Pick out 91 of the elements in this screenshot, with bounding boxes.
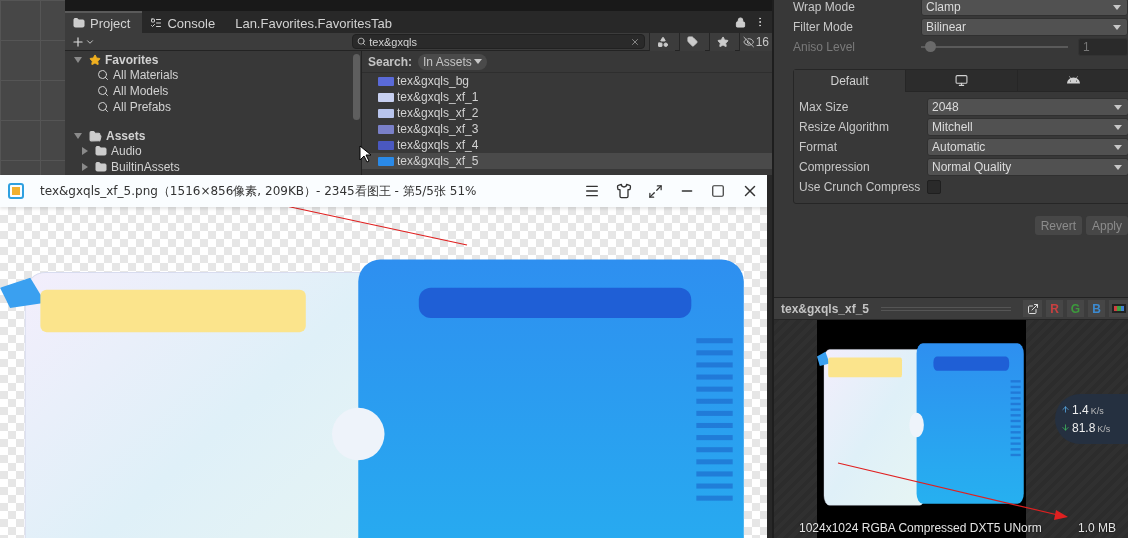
search-input[interactable]: tex&gxqls	[369, 35, 628, 48]
texture-thumbnail-icon	[378, 124, 394, 134]
mouse-cursor-icon	[360, 146, 371, 162]
asset-row[interactable]: tex&gxqls_xf_4	[362, 137, 772, 153]
window-title: tex&gxqls_xf_5.png（1516×856像素, 209KB）- 2345看图王 - 第5/5张 51%	[40, 182, 478, 200]
expand-caret-icon[interactable]	[74, 57, 82, 63]
maximize-icon[interactable]	[711, 184, 725, 198]
asset-row[interactable]: tex&gxqls_bg	[362, 73, 772, 89]
upload-speed: 1.4	[1072, 403, 1089, 417]
dropdown[interactable]: Clamp	[921, 0, 1128, 16]
popout-icon	[1026, 302, 1039, 315]
field-label: Max Size	[799, 100, 850, 114]
menu-icon[interactable]	[584, 183, 600, 199]
texture-thumbnail-icon	[378, 92, 394, 102]
star-icon	[89, 54, 101, 66]
star-icon	[716, 35, 729, 48]
panel-tab[interactable]: Lan.Favorites.FavoritesTab	[227, 11, 404, 33]
field-label: Resize Algorithm	[799, 120, 891, 134]
dropdown-arrow-icon	[1114, 144, 1122, 150]
dropdown-arrow-icon	[473, 59, 482, 64]
fullscreen-icon[interactable]	[648, 183, 663, 199]
tag-icon	[687, 36, 699, 47]
tree-item[interactable]: Assets	[106, 129, 146, 143]
folder-icon	[95, 161, 107, 173]
field-label: Filter Mode	[793, 20, 855, 34]
eye-off-icon	[743, 35, 755, 48]
download-arrow-icon	[1061, 423, 1070, 432]
dropdown[interactable]: 2048	[927, 98, 1128, 116]
field-label: Compression	[799, 160, 871, 174]
scope-dropdown[interactable]: In Assets	[418, 53, 487, 70]
download-speed: 81.8	[1072, 421, 1096, 435]
dropdown[interactable]: Automatic	[927, 138, 1128, 156]
asset-row[interactable]: tex&gxqls_xf_3	[362, 121, 772, 137]
field-label: Wrap Mode	[793, 0, 856, 14]
texture-info: 1024x1024 RGBA Compressed DXT5 UNorm	[799, 521, 1042, 536]
expand-caret-icon[interactable]	[74, 133, 82, 139]
asset-row[interactable]: tex&gxqls_xf_1	[362, 89, 772, 105]
rgb-icon	[1111, 304, 1126, 313]
field-label: Use Crunch Compress	[799, 180, 922, 194]
dropdown[interactable]: Bilinear	[921, 18, 1128, 36]
clear-icon[interactable]	[630, 36, 641, 47]
folder-icon	[95, 145, 107, 157]
dropdown-arrow-icon	[1114, 164, 1122, 170]
platform-tab[interactable]	[905, 70, 1017, 92]
tree-item[interactable]: All Prefabs	[113, 100, 172, 114]
tree-item[interactable]: Favorites	[105, 53, 159, 67]
texture-thumbnail-icon	[378, 156, 394, 166]
search-field[interactable]: tex&gxqls	[352, 34, 646, 49]
texture-thumbnail-icon	[378, 108, 394, 118]
list-icon	[150, 17, 163, 29]
asset-row[interactable]: tex&gxqls_xf_5	[362, 153, 772, 169]
texture-thumbnail-icon	[378, 76, 394, 86]
folder-icon	[89, 129, 102, 143]
search-icon	[97, 85, 109, 97]
panel-tab[interactable]: Project	[65, 11, 143, 33]
lock-icon[interactable]	[735, 16, 746, 28]
dropdown[interactable]: Normal Quality	[927, 158, 1128, 176]
tree-item[interactable]: All Materials	[113, 68, 179, 82]
checkbox[interactable]	[927, 180, 941, 194]
tree-item[interactable]: Audio	[111, 144, 142, 158]
plus-icon	[71, 34, 85, 49]
dropdown-arrow-icon	[1114, 124, 1122, 130]
app-logo-icon	[8, 183, 24, 199]
dropdown[interactable]: Mitchell	[927, 118, 1128, 136]
tree-item[interactable]: BuiltinAssets	[111, 160, 180, 174]
search-icon	[357, 37, 367, 46]
platform-tab[interactable]	[1017, 70, 1128, 92]
texture-thumbnail-icon	[378, 140, 394, 150]
speed-unit: K/s	[1097, 424, 1111, 434]
shirt-icon[interactable]	[616, 183, 632, 199]
preview-title: tex&gxqls_xf_5	[781, 301, 870, 316]
monitor-icon	[955, 74, 968, 87]
expand-caret-icon[interactable]	[82, 147, 88, 155]
dropdown-arrow-icon	[1113, 4, 1121, 10]
tree-item[interactable]: All Models	[113, 84, 169, 98]
speed-unit: K/s	[1090, 406, 1104, 416]
asset-row[interactable]: tex&gxqls_xf_2	[362, 105, 772, 121]
folder-icon	[73, 17, 85, 29]
popout-button[interactable]	[1023, 300, 1042, 317]
search-icon	[97, 101, 109, 113]
shapes-icon	[656, 35, 669, 48]
search-icon	[97, 69, 109, 81]
dropdown-arrow-icon	[1114, 104, 1122, 110]
texture-size: 1.0 MB	[1078, 521, 1116, 536]
rgb-toggle-button[interactable]	[1109, 300, 1128, 317]
panel-tab[interactable]: Console	[142, 11, 228, 33]
search-scope-label: Search:	[368, 54, 413, 69]
field-label: Aniso Level	[793, 40, 857, 54]
upload-arrow-icon	[1061, 405, 1070, 414]
field-label: Format	[799, 140, 838, 154]
dropdown-arrow-icon	[1113, 24, 1121, 30]
